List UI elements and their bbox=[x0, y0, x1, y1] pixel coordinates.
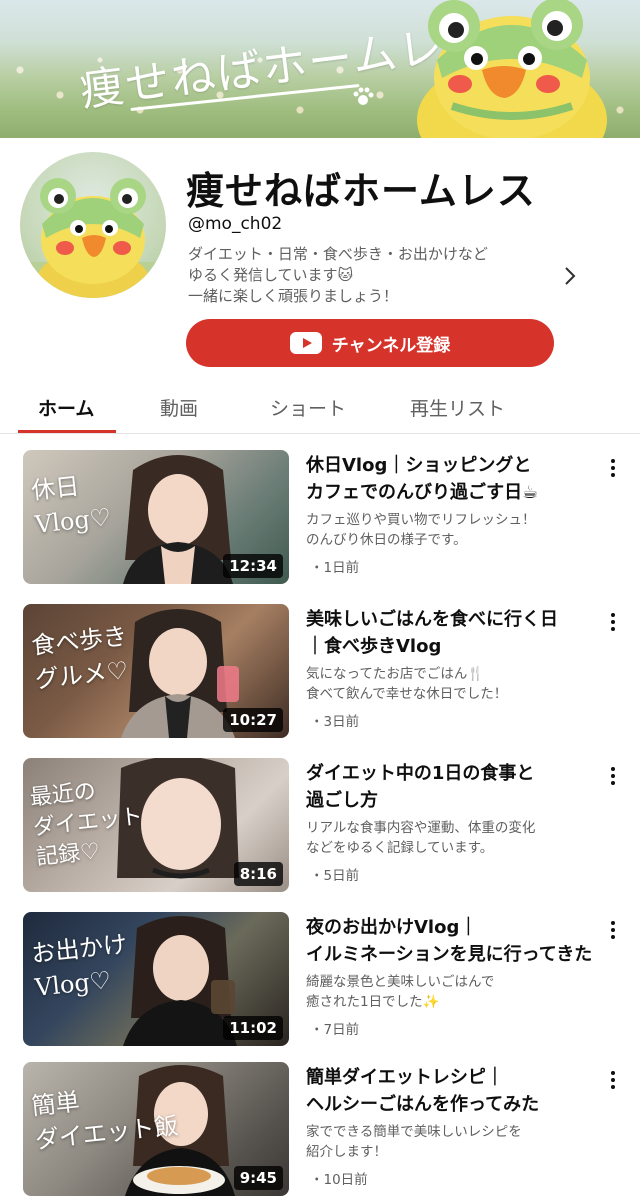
video-title-line: ヘルシーごはんを作ってみた bbox=[306, 1094, 540, 1115]
video-title[interactable]: 夜のお出かけVlog｜ イルミネーションを見に行ってきた bbox=[306, 914, 602, 968]
video-age: ・10日前 bbox=[310, 1172, 368, 1188]
video-description-line: 紹介します！ bbox=[306, 1144, 387, 1160]
video-title-line: 過ごし方 bbox=[306, 790, 378, 811]
subscribe-button[interactable]: チャンネル登録 bbox=[186, 319, 554, 367]
channel-description-line: ゆるく発信しています🐱 bbox=[188, 266, 354, 284]
video-item[interactable]: 食べ歩き グルメ♡ 10:27 美味しいごはんを食べに行く日 ｜食べ歩きVlog… bbox=[0, 604, 640, 744]
thumbnail-caption: 休日 Vlog♡ bbox=[30, 466, 113, 542]
video-title[interactable]: ダイエット中の1日の食事と 過ごし方 bbox=[306, 760, 602, 814]
video-title[interactable]: 休日Vlog｜ショッピングと カフェでのんびり過ごす日☕ bbox=[306, 452, 602, 506]
tab-videos[interactable]: 動画 bbox=[160, 394, 198, 421]
video-description-line: 家でできる簡単で美味しいレシピを bbox=[306, 1124, 522, 1140]
video-description-line: リアルな食事内容や運動、体重の変化 bbox=[306, 820, 536, 836]
video-item[interactable]: 最近の ダイエット 記録♡ 8:16 ダイエット中の1日の食事と 過ごし方 リア… bbox=[0, 758, 640, 898]
video-title-line: 美味しいごはんを食べに行く日 bbox=[306, 609, 558, 630]
video-description: 気になってたお店でごはん🍴 食べて飲んで幸せな休日でした！ bbox=[306, 664, 602, 704]
paw-icon bbox=[353, 87, 374, 105]
video-description: リアルな食事内容や運動、体重の変化 などをゆるく記録しています。 bbox=[306, 818, 602, 858]
channel-handle: @mo_ch02 bbox=[188, 214, 283, 234]
thumbnail-caption: お出かけ Vlog♡ bbox=[30, 927, 133, 1005]
video-description: カフェ巡りや買い物でリフレッシュ！ のんびり休日の様子です。 bbox=[306, 510, 602, 550]
video-description-line: 食べて飲んで幸せな休日でした！ bbox=[306, 686, 508, 702]
mascot-image bbox=[417, 0, 607, 138]
thumbnail-caption: 最近の ダイエット 記録♡ bbox=[29, 773, 148, 874]
video-title-line: ダイエット中の1日の食事と bbox=[306, 763, 535, 784]
video-description-line: 綺麗な景色と美味しいごはんで bbox=[306, 974, 495, 990]
channel-description[interactable]: ダイエット・日常・食べ歩き・お出かけなど ゆるく発信しています🐱 一緒に楽しく頑… bbox=[188, 244, 558, 307]
more-options-icon[interactable] bbox=[606, 456, 620, 480]
chevron-right-icon[interactable] bbox=[560, 264, 580, 288]
video-age: ・7日前 bbox=[310, 1022, 360, 1038]
video-description: 綺麗な景色と美味しいごはんで 癒された1日でした✨ bbox=[306, 972, 602, 1012]
video-thumbnail[interactable]: 簡単 ダイエット飯 9:45 bbox=[23, 1062, 289, 1196]
video-duration: 10:27 bbox=[223, 708, 283, 732]
video-age: ・3日前 bbox=[310, 714, 360, 730]
more-options-icon[interactable] bbox=[606, 610, 620, 634]
youtube-logo-icon bbox=[289, 332, 322, 354]
video-description-line: カフェ巡りや買い物でリフレッシュ！ bbox=[306, 512, 536, 528]
video-thumbnail[interactable]: 食べ歩き グルメ♡ 10:27 bbox=[23, 604, 289, 738]
video-duration: 9:45 bbox=[233, 1166, 283, 1190]
subscribe-label: チャンネル登録 bbox=[331, 335, 451, 356]
more-options-icon[interactable] bbox=[606, 918, 620, 942]
video-title-line: 簡単ダイエットレシピ｜ bbox=[306, 1067, 504, 1088]
video-age: ・1日前 bbox=[310, 560, 360, 576]
avatar-mascot-image bbox=[20, 178, 166, 298]
video-description: 家でできる簡単で美味しいレシピを 紹介します！ bbox=[306, 1122, 602, 1162]
video-title-line: 休日Vlog｜ショッピングと bbox=[306, 455, 532, 476]
channel-description-line: 一緒に楽しく頑張りましょう！ bbox=[188, 287, 399, 305]
video-duration: 12:34 bbox=[223, 554, 283, 578]
channel-description-line: ダイエット・日常・食べ歩き・お出かけなど bbox=[188, 245, 488, 263]
thumbnail-caption-line: Vlog♡ bbox=[33, 502, 113, 539]
video-title[interactable]: 簡単ダイエットレシピ｜ ヘルシーごはんを作ってみた bbox=[306, 1064, 602, 1118]
tab-playlists[interactable]: 再生リスト bbox=[410, 394, 505, 421]
video-description-line: のんびり休日の様子です。 bbox=[306, 532, 467, 548]
tab-shorts[interactable]: ショート bbox=[270, 394, 346, 421]
channel-avatar[interactable] bbox=[20, 152, 166, 298]
video-thumbnail[interactable]: 休日 Vlog♡ 12:34 bbox=[23, 450, 289, 584]
video-title[interactable]: 美味しいごはんを食べに行く日 ｜食べ歩きVlog bbox=[306, 606, 602, 660]
video-description-line: 気になってたお店でごはん🍴 bbox=[306, 666, 485, 682]
video-title-line: イルミネーションを見に行ってきた bbox=[306, 944, 593, 965]
video-description-line: などをゆるく記録しています。 bbox=[306, 840, 494, 856]
video-item[interactable]: 休日 Vlog♡ 12:34 休日Vlog｜ショッピングと カフェでのんびり過ご… bbox=[0, 450, 640, 590]
video-item[interactable]: お出かけ Vlog♡ 11:02 夜のお出かけVlog｜ イルミネーションを見に… bbox=[0, 912, 640, 1052]
more-options-icon[interactable] bbox=[606, 1068, 620, 1092]
video-thumbnail[interactable]: 最近の ダイエット 記録♡ 8:16 bbox=[23, 758, 289, 892]
channel-name: 痩せねばホームレス bbox=[186, 169, 536, 213]
thumbnail-caption: 食べ歩き グルメ♡ bbox=[30, 619, 133, 697]
video-item[interactable]: 簡単 ダイエット飯 9:45 簡単ダイエットレシピ｜ ヘルシーごはんを作ってみた… bbox=[0, 1062, 640, 1199]
video-duration: 8:16 bbox=[233, 862, 283, 886]
video-description-line: 癒された1日でした✨ bbox=[306, 994, 440, 1010]
channel-tabs: ホーム 動画 ショート 再生リスト bbox=[0, 384, 640, 434]
channel-banner: 痩せねばホームレス bbox=[0, 0, 640, 138]
video-title-line: ｜食べ歩きVlog bbox=[306, 636, 442, 657]
video-title-line: カフェでのんびり過ごす日☕ bbox=[306, 482, 539, 503]
video-title-line: 夜のお出かけVlog｜ bbox=[306, 917, 478, 938]
more-options-icon[interactable] bbox=[606, 764, 620, 788]
active-tab-indicator bbox=[18, 430, 116, 433]
video-thumbnail[interactable]: お出かけ Vlog♡ 11:02 bbox=[23, 912, 289, 1046]
tab-home[interactable]: ホーム bbox=[38, 394, 94, 421]
video-age: ・5日前 bbox=[310, 868, 360, 884]
video-duration: 11:02 bbox=[223, 1016, 283, 1040]
